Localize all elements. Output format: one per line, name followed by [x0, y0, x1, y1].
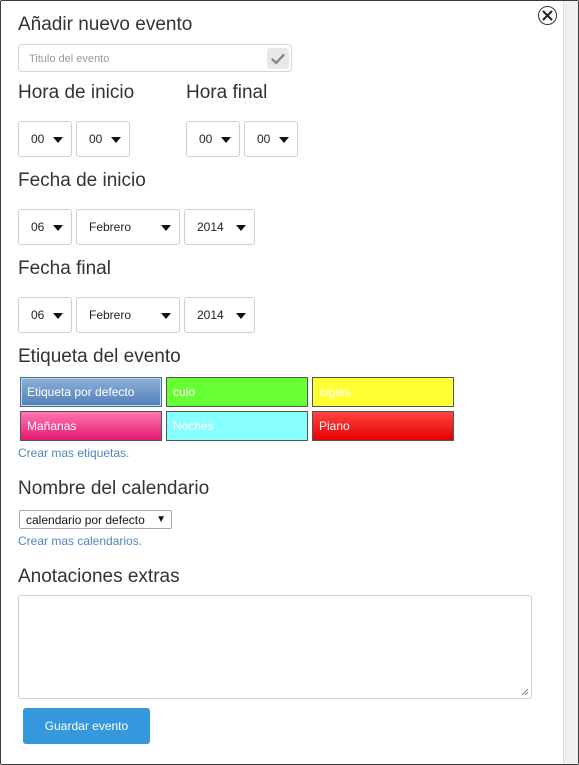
tag-ingles[interactable]: ingles — [312, 377, 454, 407]
end-day-value: 06 — [31, 308, 45, 322]
start-month-select[interactable]: Febrero — [76, 209, 180, 245]
end-month-select[interactable]: Febrero — [76, 297, 180, 333]
start-hour-select[interactable]: 00 — [18, 121, 72, 157]
event-title-field[interactable] — [18, 44, 292, 72]
start-day-select[interactable]: 06 — [18, 209, 72, 245]
start-date-label: Fecha de inicio — [18, 170, 146, 191]
end-hour-select[interactable]: 00 — [186, 121, 240, 157]
tag-mananas[interactable]: Mañanas — [20, 411, 162, 441]
chevron-down-icon — [236, 313, 246, 319]
calendar-select[interactable]: calendario por defecto ▼ — [19, 510, 172, 529]
chevron-down-icon — [53, 137, 63, 143]
tag-label: Noches — [173, 419, 214, 433]
close-icon — [542, 10, 553, 21]
end-day-select[interactable]: 06 — [18, 297, 72, 333]
check-icon — [271, 53, 285, 64]
save-event-button[interactable]: Guardar evento — [23, 708, 150, 744]
notes-field[interactable] — [18, 595, 532, 699]
chevron-down-icon — [111, 137, 121, 143]
start-year-select[interactable]: 2014 — [184, 209, 255, 245]
tag-piano[interactable]: Piano — [312, 411, 454, 441]
end-time-label: Hora final — [186, 82, 268, 103]
end-date-label: Fecha final — [18, 258, 111, 279]
event-title-input[interactable] — [29, 51, 259, 67]
tags-label: Etiqueta del evento — [18, 346, 181, 367]
calendar-label: Nombre del calendario — [18, 478, 210, 499]
form-title: Añadir nuevo evento — [18, 14, 193, 35]
notes-textarea[interactable] — [19, 596, 531, 698]
calendar-selected-value: calendario por defecto — [26, 513, 145, 527]
start-day-value: 06 — [31, 220, 45, 234]
end-month-value: Febrero — [89, 308, 132, 322]
create-tags-link[interactable]: Crear mas etiquetas. — [18, 446, 129, 460]
tag-etiqueta-por-defecto[interactable]: Etiqueta por defecto — [20, 377, 162, 407]
start-minute-select[interactable]: 00 — [76, 121, 130, 157]
tag-label: culo — [173, 385, 196, 399]
chevron-down-icon — [221, 137, 231, 143]
tag-label: ingles — [319, 385, 351, 399]
tag-noches[interactable]: Noches — [166, 411, 308, 441]
chevron-down-icon — [236, 225, 246, 231]
chevron-down-icon: ▼ — [156, 514, 166, 525]
confirm-title-button[interactable] — [267, 48, 289, 69]
end-minute-value: 00 — [257, 132, 271, 146]
tag-label: Piano — [319, 419, 350, 433]
chevron-down-icon — [53, 313, 63, 319]
start-month-value: Febrero — [89, 220, 132, 234]
start-hour-value: 00 — [31, 132, 45, 146]
chevron-down-icon — [161, 225, 171, 231]
end-year-select[interactable]: 2014 — [184, 297, 255, 333]
chevron-down-icon — [53, 225, 63, 231]
chevron-down-icon — [279, 137, 289, 143]
tag-label: Mañanas — [27, 419, 77, 433]
end-minute-select[interactable]: 00 — [244, 121, 298, 157]
start-time-label: Hora de inicio — [18, 82, 135, 103]
end-year-value: 2014 — [197, 308, 224, 322]
tag-culo[interactable]: culo — [166, 377, 308, 407]
start-year-value: 2014 — [197, 220, 224, 234]
create-calendars-link[interactable]: Crear mas calendarios. — [18, 534, 142, 548]
end-hour-value: 00 — [199, 132, 213, 146]
close-button[interactable] — [538, 6, 557, 25]
notes-label: Anotaciones extras — [18, 566, 180, 587]
resize-grip-icon[interactable] — [521, 688, 529, 696]
start-minute-value: 00 — [89, 132, 103, 146]
scrollbar[interactable] — [563, 1, 578, 764]
tag-label: Etiqueta por defecto — [27, 385, 135, 399]
chevron-down-icon — [161, 313, 171, 319]
